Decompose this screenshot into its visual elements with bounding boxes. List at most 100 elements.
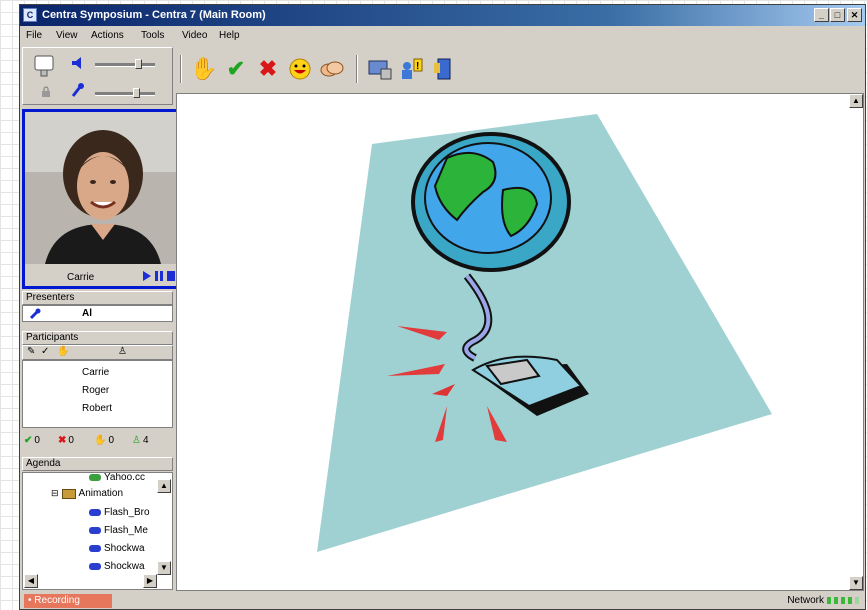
microphone-slider[interactable] [95, 92, 155, 96]
audio-controls [22, 47, 173, 105]
presenters-header: Presenters [22, 291, 173, 305]
people-count: ♙ 4 [132, 435, 149, 446]
agenda-item[interactable]: Flash_Me [89, 525, 148, 536]
volume-icon [72, 57, 81, 69]
microphone-icon [71, 83, 84, 97]
computer-settings-icon [368, 60, 392, 80]
menu-file[interactable]: File [26, 30, 42, 41]
network-bar-icon [848, 597, 852, 604]
agenda-item[interactable]: Shockwa [89, 561, 145, 572]
page-icon [89, 474, 101, 481]
exit-button[interactable] [430, 55, 458, 83]
exit-door-icon [434, 58, 451, 80]
volume-slider-thumb[interactable] [135, 59, 142, 69]
microphone-slider-thumb[interactable] [133, 88, 140, 98]
network-indicator: Network [787, 595, 859, 606]
whiteboard-canvas[interactable]: ▲ ▼ [176, 93, 864, 591]
network-bar-icon [827, 597, 831, 604]
menu-tools[interactable]: Tools [141, 30, 164, 41]
hand-icon: ✋ [94, 435, 107, 446]
agenda-item[interactable]: Flash_Bro [89, 507, 150, 518]
globe-mouse-clipart [317, 114, 772, 552]
scroll-left-button[interactable]: ◀ [24, 574, 38, 588]
main-toolbar: ✋ ✔ ✖ ! [176, 47, 863, 93]
menu-video[interactable]: Video [182, 30, 207, 41]
play-icon[interactable] [142, 270, 152, 282]
laugh-icon [289, 58, 311, 80]
alert-button[interactable]: ! [398, 55, 426, 83]
volume-slider[interactable] [95, 63, 155, 67]
menu-view[interactable]: View [56, 30, 78, 41]
clapping-hands-icon [320, 61, 344, 77]
network-bar-icon [834, 597, 838, 604]
toolbar-separator [356, 55, 358, 83]
minimize-button[interactable]: _ [814, 8, 829, 22]
menu-bar: File View Actions Tools Video Help [20, 26, 865, 45]
check-column-icon[interactable]: ✓ [41, 346, 49, 358]
yes-button[interactable]: ✔ [222, 55, 250, 83]
stop-icon[interactable] [166, 270, 176, 282]
participant-row[interactable]: Robert [82, 403, 112, 414]
agenda-item[interactable]: Shockwa [89, 543, 145, 554]
status-bar: • Recording Network [20, 593, 865, 609]
participant-video [25, 112, 176, 264]
collapse-icon[interactable]: ⊟ [51, 488, 59, 499]
canvas-scroll-down[interactable]: ▼ [849, 576, 863, 590]
app-icon: C [23, 8, 37, 22]
x-icon: ✖ [258, 56, 278, 81]
network-bar-icon [855, 597, 859, 604]
menu-help[interactable]: Help [219, 30, 240, 41]
person-column-icon[interactable]: ♙ [118, 346, 127, 358]
flash-icon [89, 545, 101, 552]
scroll-down-button[interactable]: ▼ [157, 561, 171, 575]
no-count: ✖ 0 [58, 435, 74, 446]
presenters-list: Al [22, 305, 173, 322]
maximize-button[interactable]: □ [830, 8, 845, 22]
checkmark-icon: ✔ [24, 435, 33, 446]
video-panel: Carrie [22, 109, 179, 289]
person-icon: ♙ [132, 435, 141, 446]
microphone-icon [29, 308, 41, 320]
x-icon: ✖ [58, 435, 67, 446]
agenda-folder[interactable]: ⊟ Animation [51, 488, 123, 499]
toolbar-separator [180, 55, 182, 83]
yes-count: ✔ 0 [24, 435, 40, 446]
menu-actions[interactable]: Actions [91, 30, 124, 41]
svg-text:!: ! [416, 61, 419, 72]
recording-indicator[interactable]: • Recording [24, 594, 112, 608]
alert-people-icon: ! [402, 58, 423, 79]
video-participant-name: Carrie [67, 272, 95, 283]
flash-icon [89, 509, 101, 516]
person-photo [25, 112, 176, 264]
presenter-name[interactable]: Al [82, 308, 92, 319]
participants-header: Participants [22, 331, 173, 345]
scroll-right-button[interactable]: ▶ [143, 574, 157, 588]
checkmark-icon: ✔ [226, 56, 246, 81]
close-button[interactable]: ✕ [847, 8, 862, 22]
settings-button[interactable] [366, 55, 394, 83]
agenda-tree: Yahoo.cc ⊟ Animation Flash_Bro Flash_Me S… [22, 472, 173, 590]
participants-list: Carrie Roger Robert [22, 360, 173, 428]
participants-columns: ✎ ✓ ✋ ♙ [22, 345, 173, 360]
participant-row[interactable]: Roger [82, 385, 109, 396]
pencil-icon[interactable]: ✎ [27, 346, 35, 358]
lock-icon [42, 86, 50, 97]
flash-icon [89, 563, 101, 570]
pause-icon[interactable] [154, 270, 164, 282]
applause-button[interactable] [318, 55, 346, 83]
flash-icon [89, 527, 101, 534]
no-button[interactable]: ✖ [254, 55, 282, 83]
agenda-item[interactable]: Yahoo.cc [89, 473, 145, 483]
raise-hand-button[interactable]: ✋ [190, 55, 218, 83]
laugh-button[interactable] [286, 55, 314, 83]
app-window: C Centra Symposium - Centra 7 (Main Room… [19, 4, 866, 610]
folder-icon [61, 488, 76, 499]
canvas-scroll-up[interactable]: ▲ [849, 94, 863, 108]
network-bar-icon [841, 597, 845, 604]
window-title: Centra Symposium - Centra 7 (Main Room) [42, 9, 266, 21]
participant-row[interactable]: Carrie [82, 367, 109, 378]
title-bar[interactable]: C Centra Symposium - Centra 7 (Main Room… [20, 5, 865, 26]
hand-column-icon[interactable]: ✋ [57, 346, 69, 358]
scroll-up-button[interactable]: ▲ [157, 479, 171, 493]
speaker-person-icon[interactable] [33, 54, 59, 78]
